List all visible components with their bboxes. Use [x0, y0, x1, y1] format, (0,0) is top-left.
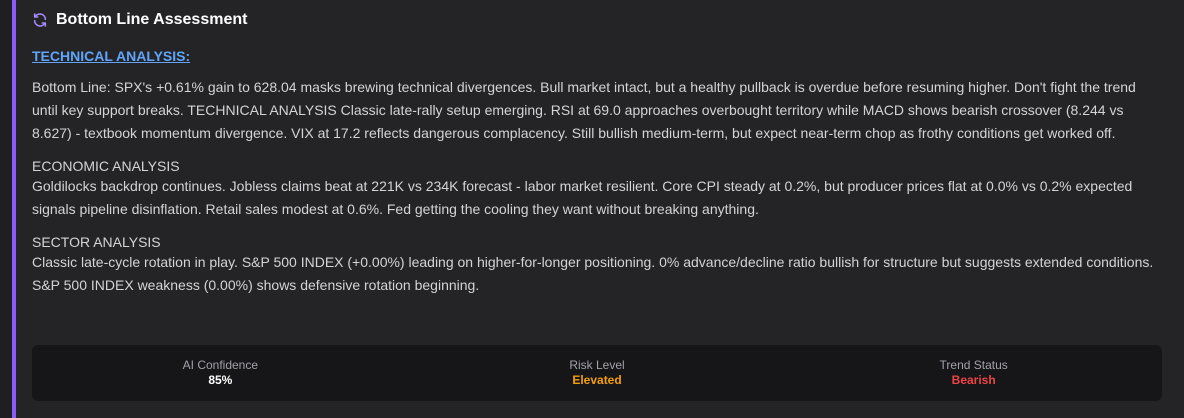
card-title: Bottom Line Assessment [56, 11, 248, 28]
technical-analysis-heading: TECHNICAL ANALYSIS: [32, 48, 191, 64]
refresh-icon [32, 12, 48, 28]
stat-value: 85% [208, 373, 233, 387]
economic-analysis-section: ECONOMIC ANALYSIS Goldilocks backdrop co… [32, 157, 1160, 221]
economic-analysis-heading: ECONOMIC ANALYSIS [32, 158, 180, 174]
stats-panel: AI Confidence 85% Risk Level Elevated Tr… [32, 345, 1162, 401]
stat-label: AI Confidence [182, 358, 259, 372]
sector-analysis-section: SECTOR ANALYSIS Classic late-cycle rotat… [32, 233, 1160, 297]
stat-risk-level: Risk Level Elevated [409, 345, 786, 401]
stat-value: Bearish [951, 373, 996, 387]
technical-analysis-body: Bottom Line: SPX's +0.61% gain to 628.04… [32, 79, 1136, 141]
economic-analysis-body: Goldilocks backdrop continues. Jobless c… [32, 178, 1133, 217]
card-header: Bottom Line Assessment [32, 11, 247, 29]
sector-analysis-body: Classic late-cycle rotation in play. S&P… [32, 254, 1154, 293]
stat-label: Trend Status [939, 358, 1008, 372]
stat-label: Risk Level [569, 358, 625, 372]
stat-value: Elevated [572, 373, 622, 387]
stat-ai-confidence: AI Confidence 85% [32, 345, 409, 401]
bottom-line-card: Bottom Line Assessment TECHNICAL ANALYSI… [12, 0, 1184, 418]
stat-trend-status: Trend Status Bearish [785, 345, 1162, 401]
sector-analysis-heading: SECTOR ANALYSIS [32, 234, 161, 250]
analysis-content: TECHNICAL ANALYSIS: Bottom Line: SPX's +… [32, 45, 1160, 297]
